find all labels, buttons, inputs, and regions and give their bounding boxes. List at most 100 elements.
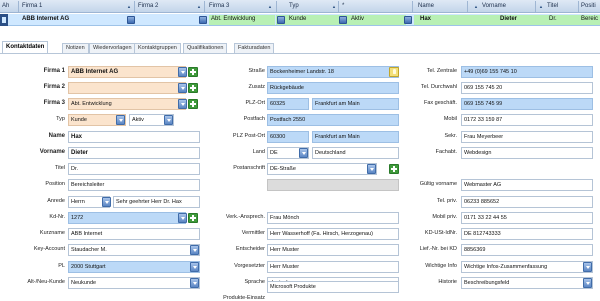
- firma3-field[interactable]: Abt. Entwicklung: [68, 98, 186, 110]
- entscheider-field[interactable]: Herr Muster: [267, 244, 399, 256]
- firma1-field[interactable]: ABB Internet AG: [68, 66, 186, 78]
- col-header-titel[interactable]: Titel: [547, 3, 558, 9]
- label-gueltigvorname: Gültig vorname: [419, 181, 457, 187]
- wichtigeinfo-field[interactable]: Wichtige Infos-Zusammenfassung: [461, 261, 593, 273]
- plz-field[interactable]: 60325: [267, 98, 309, 110]
- label-teldurchwahl: Tel. Durchwahl: [420, 84, 457, 90]
- tab-kontaktdaten[interactable]: Kontaktdaten: [2, 41, 49, 53]
- wichtigeinfo-dropdown-icon[interactable]: [583, 262, 592, 272]
- label-wichtigeinfo: Wichtige Info: [425, 263, 457, 269]
- tab-kontaktgruppen[interactable]: Kontaktgruppen: [134, 43, 181, 53]
- col-header-name[interactable]: Name: [418, 3, 434, 9]
- briefanrede-field[interactable]: Sehr geehrter Herr Dr. Hax: [113, 196, 200, 208]
- label-keyaccount: Key-Account: [33, 246, 65, 252]
- postort-field[interactable]: Frankfurt am Main: [312, 131, 399, 143]
- row-vorname: Dieter: [500, 16, 518, 22]
- sekr-field[interactable]: Frau Meyerbeer: [461, 131, 593, 143]
- col-header-firma3[interactable]: Firma 3: [209, 3, 229, 9]
- land-field[interactable]: Deutschland: [312, 147, 399, 159]
- col-header-firma1[interactable]: Firma 1: [22, 3, 42, 9]
- firma2-field[interactable]: [68, 82, 186, 94]
- lightbulb-icon[interactable]: [389, 67, 399, 77]
- add-postanschrift-icon[interactable]: [389, 164, 399, 174]
- teldurchwahl-field[interactable]: 069 155 745 20: [461, 82, 593, 94]
- mobil-field[interactable]: 0172 33 159 87: [461, 114, 593, 126]
- lieferdnr-field[interactable]: 8856369: [461, 244, 593, 256]
- historie-dropdown-icon[interactable]: [583, 278, 592, 288]
- gueltigvorname-field[interactable]: Webmaster AG: [461, 179, 593, 191]
- label-mobil: Mobil: [443, 116, 457, 122]
- row-dropdown-icon[interactable]: [199, 16, 207, 24]
- add-firma1-icon[interactable]: [188, 67, 198, 77]
- verkansprech-field[interactable]: Frau Mönch: [267, 212, 399, 224]
- kdustidnr-field[interactable]: DE 812743333: [461, 228, 593, 240]
- postanschrift-dropdown-icon[interactable]: [367, 164, 376, 174]
- firma2-dropdown-icon[interactable]: [178, 83, 187, 93]
- vorname-field[interactable]: Dieter: [68, 147, 200, 159]
- tab-bar: Kontaktdaten Notizen Wiedervorlagen Kont…: [0, 40, 600, 53]
- row-dropdown-icon[interactable]: [404, 16, 412, 24]
- keyaccount-select[interactable]: Staudacher M.: [68, 244, 200, 256]
- strasse-field[interactable]: Bockenheimer Landstr. 18: [267, 66, 399, 78]
- kdnr-dropdown-icon[interactable]: [178, 213, 187, 223]
- keyaccount-dropdown-icon[interactable]: [190, 245, 199, 255]
- status-dropdown-icon[interactable]: [164, 115, 173, 125]
- col-header-firma2[interactable]: Firma 2: [138, 3, 158, 9]
- postanschrift-select[interactable]: DE-Straße: [267, 163, 377, 175]
- label-titel: Titel: [54, 165, 65, 171]
- pl-select[interactable]: 2000 Stuttgart: [68, 261, 200, 273]
- grid-row-selected[interactable]: ABB Internet AG Abt. Entwicklung Kunde A…: [0, 14, 600, 26]
- position-field[interactable]: Bereichsleiter: [68, 179, 200, 191]
- pl-dropdown-icon[interactable]: [190, 262, 199, 272]
- label-mobilpriv: Mobil priv.: [432, 214, 457, 220]
- add-firma3-icon[interactable]: [188, 99, 198, 109]
- label-historie: Historie: [438, 279, 457, 285]
- telzentrale-field[interactable]: +49 (0)69 155 745 10: [461, 66, 593, 78]
- typ-dropdown-icon[interactable]: [116, 115, 125, 125]
- historie-field[interactable]: Beschreibungsfeld: [461, 277, 593, 289]
- add-firma2-icon[interactable]: [188, 83, 198, 93]
- ort-field[interactable]: Frankfurt am Main: [312, 98, 399, 110]
- label-land: Land: [252, 149, 265, 155]
- postplz-field[interactable]: 60300: [267, 131, 309, 143]
- label-produkteeinsatz: Produkte-Einsatz: [223, 295, 265, 301]
- altneukunde-dropdown-icon[interactable]: [190, 278, 199, 288]
- land-dropdown-icon[interactable]: [299, 148, 308, 158]
- titel-field[interactable]: Dr.: [68, 163, 200, 175]
- col-header-typ[interactable]: Typ: [289, 3, 299, 9]
- tab-fakturadaten[interactable]: Fakturadaten: [234, 43, 275, 53]
- tab-qualifikationen[interactable]: Qualifikationen: [183, 43, 228, 53]
- col-header-star[interactable]: *: [342, 3, 344, 9]
- zusatz-field[interactable]: Rückgebäude: [267, 82, 399, 94]
- row-dropdown-icon[interactable]: [339, 16, 347, 24]
- kurzname-field[interactable]: ABB Internet: [68, 228, 200, 240]
- tab-wiedervorlagen[interactable]: Wiedervorlagen: [89, 43, 136, 53]
- produkteeinsatz-field[interactable]: Microsoft Produkte: [267, 281, 399, 293]
- label-firma1: Firma 1: [43, 68, 65, 74]
- firma1-dropdown-icon[interactable]: [178, 67, 187, 77]
- anrede-dropdown-icon[interactable]: [102, 197, 111, 207]
- col-header-vorname[interactable]: Vorname: [482, 3, 506, 9]
- vorgesetzter-field[interactable]: Herr Muster: [267, 261, 399, 273]
- vermittler-field[interactable]: Herr Wasserhoff (Fa. Hirsch, Herzogenau): [267, 228, 399, 240]
- faxgeschaeft-field[interactable]: 069 155 745 99: [461, 98, 593, 110]
- col-header-position[interactable]: Positi: [581, 3, 596, 9]
- label-faxgeschaeft: Fax geschäft.: [423, 100, 457, 106]
- name-field[interactable]: Hax: [68, 131, 200, 143]
- row-dropdown-icon[interactable]: [127, 16, 135, 24]
- kdnr-field[interactable]: 1272: [68, 212, 186, 224]
- sort-caret-icon: ▲: [539, 4, 543, 9]
- add-kdnr-icon[interactable]: [188, 213, 198, 223]
- label-zusatz: Zusatz: [248, 84, 265, 90]
- postfach-field[interactable]: Postfach 2550: [267, 114, 399, 126]
- row-dropdown-icon[interactable]: [277, 16, 285, 24]
- telpriv-field[interactable]: 06233 885652: [461, 196, 593, 208]
- firma3-dropdown-icon[interactable]: [178, 99, 187, 109]
- mobilpriv-field[interactable]: 0171 33 22 44 55: [461, 212, 593, 224]
- label-verkansprech: Verk.-Ansprech.: [225, 214, 265, 220]
- col-header-ah[interactable]: Ah: [2, 3, 9, 9]
- altneukunde-select[interactable]: Neukunde: [68, 277, 200, 289]
- label-anrede: Anrede: [47, 198, 65, 204]
- tab-notizen[interactable]: Notizen: [62, 43, 89, 53]
- fachabt-field[interactable]: Webdesign: [461, 147, 593, 159]
